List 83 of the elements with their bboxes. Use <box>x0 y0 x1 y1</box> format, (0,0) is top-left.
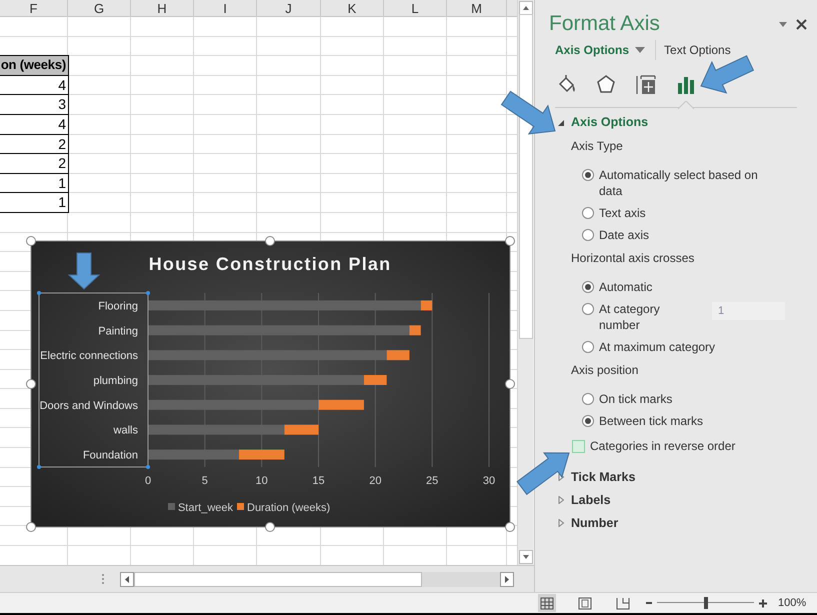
legend-label: Start_week <box>178 502 233 514</box>
tick-label: 30 <box>482 475 496 487</box>
legend-swatch <box>168 503 175 510</box>
category-label: Painting <box>98 325 138 338</box>
scroll-down-icon[interactable] <box>518 550 532 564</box>
radio-button[interactable] <box>582 169 594 181</box>
tick-label: 10 <box>256 475 268 487</box>
tick-label: 20 <box>369 475 382 487</box>
size-properties-icon[interactable] <box>635 74 657 96</box>
scroll-left-icon[interactable] <box>120 572 134 586</box>
section-header[interactable]: Axis Options <box>557 111 648 134</box>
table-cell: 2 <box>0 134 69 154</box>
category-label: plumbing <box>93 375 138 387</box>
radio-label[interactable]: At category number <box>599 301 699 333</box>
table-cell: on (weeks) <box>0 55 69 76</box>
zoom-in-icon[interactable] <box>758 598 768 608</box>
group-label: Horizontal axis crosses <box>571 250 696 267</box>
radio-button[interactable] <box>582 281 594 293</box>
table-cell: 1 <box>0 174 69 194</box>
caret-icon <box>635 47 646 53</box>
triangle-icon <box>557 118 565 126</box>
scroll-up-icon[interactable] <box>518 1 532 15</box>
triangle-icon <box>557 496 565 504</box>
radio-button[interactable] <box>582 229 594 241</box>
tick-label: 0 <box>144 475 152 487</box>
pane-title: Format Axis <box>549 11 661 37</box>
radio-label[interactable]: At maximum category <box>599 339 769 355</box>
radio-label[interactable]: Text axis <box>599 205 769 221</box>
category-label: Foundation <box>82 450 138 462</box>
section-header[interactable]: Number <box>557 513 618 533</box>
group-label: Axis Type <box>571 138 624 155</box>
legend-swatch <box>237 503 244 510</box>
scroll-thumb[interactable] <box>518 14 532 339</box>
radio-label[interactable]: Automatically select based on data <box>599 167 769 199</box>
close-icon[interactable] <box>796 18 807 30</box>
radio-button[interactable] <box>582 303 594 315</box>
tick-label: 5 <box>202 475 208 487</box>
radio-label[interactable]: Between tick marks <box>599 413 769 429</box>
callout-arrow <box>500 90 556 135</box>
category-label: Electric connections <box>40 350 138 362</box>
chart-title: House Construction Plan <box>148 254 392 274</box>
radio-label[interactable]: On tick marks <box>599 391 769 407</box>
splitter-icon[interactable] <box>101 573 105 585</box>
zoom-out-icon[interactable] <box>645 599 653 607</box>
tab[interactable]: Text Options <box>655 40 731 60</box>
checkbox-label[interactable]: Categories in reverse order <box>590 437 736 455</box>
callout-arrow <box>68 252 100 290</box>
radio-label[interactable]: Automatic <box>599 279 769 295</box>
zoom-slider[interactable] <box>657 597 754 609</box>
tick-label: 25 <box>426 475 438 487</box>
triangle-icon <box>557 473 565 481</box>
zoom-level[interactable]: 100% <box>778 594 806 612</box>
pentagon-icon[interactable] <box>595 74 617 96</box>
tick-label: 15 <box>312 475 325 487</box>
triangle-icon <box>557 519 565 527</box>
radio-button[interactable] <box>582 393 594 405</box>
radio-button[interactable] <box>582 415 594 427</box>
category-label: Flooring <box>98 300 138 312</box>
table-cell: 3 <box>0 95 69 115</box>
table-cell: 4 <box>0 76 69 96</box>
scroll-thumb[interactable] <box>134 572 422 586</box>
table-cell: 4 <box>0 114 69 135</box>
radio-button[interactable] <box>582 207 594 219</box>
tab[interactable]: Axis Options <box>555 40 656 60</box>
normal-view-icon[interactable] <box>538 594 556 612</box>
callout-arrow <box>516 451 570 496</box>
bar-chart-icon[interactable] <box>675 74 697 96</box>
scroll-right-icon[interactable] <box>500 572 514 586</box>
pane-menu-icon[interactable] <box>778 20 788 28</box>
table-cell: 2 <box>0 154 69 174</box>
vertical-scrollbar[interactable] <box>517 0 533 565</box>
group-label: Axis position <box>571 362 640 379</box>
table-cell: 1 <box>0 193 69 213</box>
section-header[interactable]: Labels <box>557 490 611 510</box>
radio-label[interactable]: Date axis <box>599 227 769 243</box>
category-label: walls <box>114 424 138 437</box>
checkbox[interactable] <box>572 440 585 452</box>
legend-label: Duration (weeks) <box>247 502 330 514</box>
column-header[interactable]: F <box>0 0 68 17</box>
section-header[interactable]: Tick Marks <box>557 467 636 487</box>
radio-button[interactable] <box>582 341 594 353</box>
horizontal-scrollbar[interactable] <box>120 572 514 586</box>
category-label: Doors and Windows <box>40 400 138 412</box>
